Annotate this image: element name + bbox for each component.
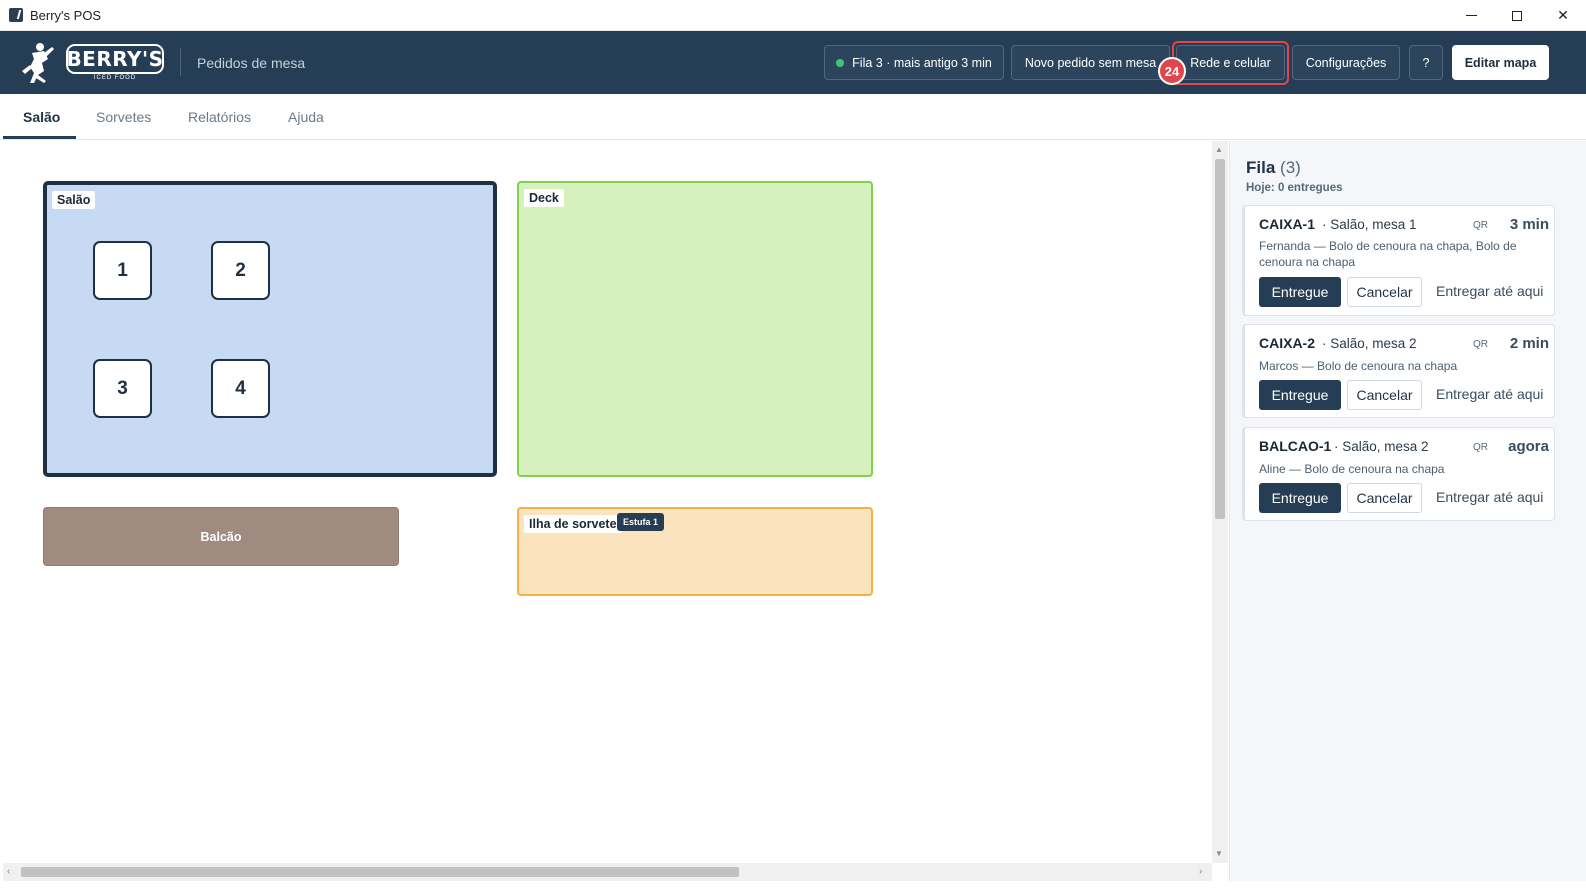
scroll-right-icon[interactable]: › [1199,866,1202,877]
order-actions: Entregue Cancelar Entregar até aqui [1259,483,1549,513]
deliver-button[interactable]: Entregue [1259,483,1341,513]
active-tab-indicator [3,136,76,139]
table-3[interactable]: 3 [93,359,152,418]
tab-salao[interactable]: Salão [23,109,60,125]
order-description: Aline — Bolo de cenoura na chapa [1259,462,1445,476]
cancel-button[interactable]: Cancelar [1347,483,1422,513]
logo-tagline: ICED FOOD [93,75,137,81]
deliver-button[interactable]: Entregue [1259,277,1341,307]
minimize-button[interactable] [1448,0,1494,31]
table-1[interactable]: 1 [93,241,152,300]
order-actions: Entregue Cancelar Entregar até aqui [1259,380,1549,410]
tab-sorvetes[interactable]: Sorvetes [96,109,151,125]
zone-salao[interactable]: Salão 1 2 3 4 [43,181,497,477]
order-location: · Salão, mesa 2 [1334,439,1429,454]
logo-wordmark: BERRY'S [66,44,164,74]
window-titlebar: Berry's POS ✕ [0,0,1586,31]
app-icon [9,8,23,22]
zone-deck[interactable]: Deck [517,181,873,477]
cancel-button[interactable]: Cancelar [1347,380,1422,410]
floor-map-canvas[interactable]: Salão 1 2 3 4 Deck Balcão Ilha de sorvet… [3,141,1212,863]
main-tabs: Salão Sorvetes Relatórios Ajuda [0,94,1586,140]
deliver-button[interactable]: Entregue [1259,380,1341,410]
deliver-until-here-button[interactable]: Entregar até aqui [1436,489,1543,505]
tab-relatorios[interactable]: Relatórios [188,109,251,125]
zone-balcao[interactable]: Balcão [43,507,399,566]
order-code: BALCAO-1 [1259,438,1332,454]
order-description: Marcos — Bolo de cenoura na chapa [1259,359,1458,373]
header-divider [180,48,181,76]
order-card: CAIXA-1 · Salão, mesa 1 QR 3 min Fernand… [1242,205,1555,316]
tab-ajuda[interactable]: Ajuda [288,109,324,125]
zone-label: Deck [524,189,564,207]
order-header: CAIXA-1 · Salão, mesa 1 QR 3 min [1259,216,1549,236]
order-customer: Fernanda [1259,239,1311,253]
zone-ilha-de-sorvete[interactable]: Ilha de sorvete Estufa 1 [517,507,873,596]
deliver-until-here-button[interactable]: Entregar até aqui [1436,386,1543,402]
zone-label: Ilha de sorvete [524,515,622,533]
order-header: BALCAO-1 · Salão, mesa 2 QR agora [1259,438,1549,458]
maximize-icon [1512,10,1522,21]
scroll-up-icon[interactable]: ▲ [1215,145,1223,154]
order-card: BALCAO-1 · Salão, mesa 2 QR agora Aline … [1242,427,1555,521]
page-title: Pedidos de mesa [197,55,306,71]
cancel-button[interactable]: Cancelar [1347,277,1422,307]
order-location: · Salão, mesa 1 [1322,217,1417,232]
order-location: · Salão, mesa 2 [1322,336,1417,351]
zone-label: Salão [52,191,96,209]
edit-map-button[interactable]: Editar mapa [1452,45,1549,80]
vertical-scrollbar[interactable]: ▲ ▼ [1212,141,1228,863]
network-notification-badge: 24 [1158,57,1186,85]
queue-count: (3) [1280,158,1301,177]
order-age: 2 min [1509,335,1549,352]
order-customer: Aline [1259,462,1286,476]
scroll-down-icon[interactable]: ▼ [1215,849,1223,858]
queue-status-button[interactable]: Fila 3 · mais antigo 3 min [824,45,1004,80]
settings-button[interactable]: Configurações [1292,45,1400,80]
queue-title-text: Fila [1246,158,1276,177]
status-dot-icon [836,58,845,67]
help-button[interactable]: ? [1409,45,1443,80]
order-items: Bolo de cenoura na chapa [1317,359,1458,373]
vertical-scroll-thumb[interactable] [1215,159,1225,519]
deliver-until-here-button[interactable]: Entregar até aqui [1436,283,1543,299]
order-customer: Marcos [1259,359,1299,373]
horizontal-scroll-thumb[interactable] [21,867,739,877]
order-source: QR [1473,442,1488,453]
order-items: Bolo de cenoura na chapa [1304,462,1445,476]
maximize-button[interactable] [1494,0,1540,31]
order-description: Fernanda — Bolo de cenoura na chapa, Bol… [1259,239,1517,269]
order-code: CAIXA-2 [1259,335,1316,351]
order-card: CAIXA-2 · Salão, mesa 2 QR 2 min Marcos … [1242,324,1555,418]
network-button[interactable]: Rede e celular [1176,45,1285,80]
close-icon: ✕ [1557,7,1569,23]
zone-label: Balcão [200,529,242,544]
close-button[interactable]: ✕ [1540,0,1586,31]
minimize-icon [1465,15,1477,16]
horizontal-scrollbar[interactable]: ‹ › [3,863,1212,881]
table-2[interactable]: 2 [211,241,270,300]
order-age: 3 min [1509,216,1549,233]
window-title: Berry's POS [30,8,102,23]
queue-status-label: Fila 3 · mais antigo 3 min [852,55,992,70]
app-header: BERRY'S ICED FOOD Pedidos de mesa Fila 3… [0,31,1586,94]
logo-mascot-icon [22,43,54,83]
scroll-left-icon[interactable]: ‹ [7,866,10,877]
queue-delivered-today: Hoje: 0 entregues [1246,182,1343,194]
new-order-button[interactable]: Novo pedido sem mesa [1011,45,1170,80]
order-header: CAIXA-2 · Salão, mesa 2 QR 2 min [1259,335,1549,355]
order-source: QR [1473,339,1488,350]
queue-title: Fila (3) [1246,158,1301,178]
order-source: QR [1473,220,1488,231]
order-code: CAIXA-1 [1259,216,1316,232]
estufa-badge: Estufa 1 [617,513,665,531]
queue-panel: Fila (3) Hoje: 0 entregues CAIXA-1 · Sal… [1229,141,1586,881]
order-actions: Entregue Cancelar Entregar até aqui [1259,277,1549,307]
table-4[interactable]: 4 [211,359,270,418]
order-age: agora [1508,438,1549,455]
